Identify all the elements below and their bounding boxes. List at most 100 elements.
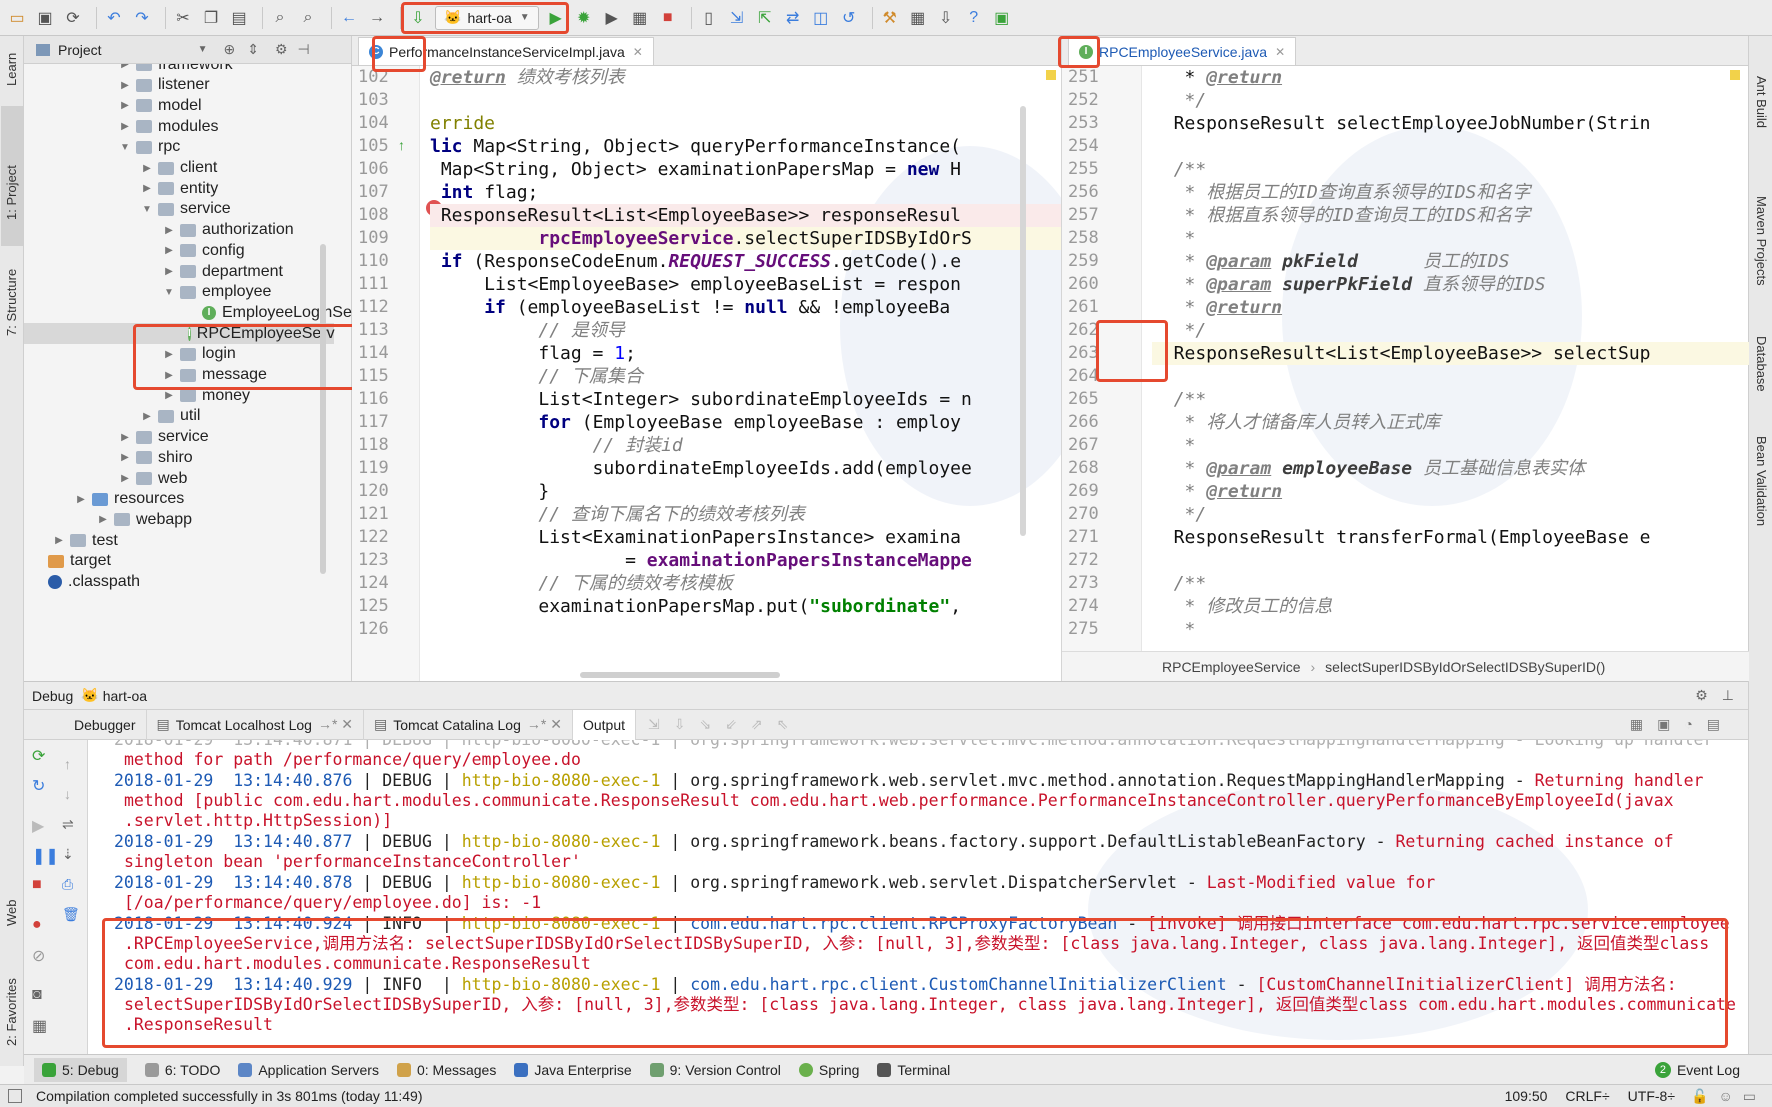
tree-item[interactable]: target: [30, 551, 111, 572]
maven-tool-tab[interactable]: Maven Projects: [1754, 196, 1769, 286]
tab-rpc-employee-service[interactable]: I RPCEmployeeService.java ✕: [1068, 37, 1297, 65]
breadcrumb-class[interactable]: RPCEmployeeService: [1162, 659, 1301, 675]
paste-icon[interactable]: ▤: [228, 7, 250, 29]
tree-item[interactable]: ▶ test: [52, 530, 118, 551]
resume-icon[interactable]: ▶: [32, 816, 44, 836]
refresh-icon[interactable]: ↻: [32, 776, 45, 796]
scroll-up-icon[interactable]: ↑: [64, 756, 71, 772]
help-icon[interactable]: ?: [963, 7, 985, 29]
collapsed-arrow-icon[interactable]: ▶: [162, 390, 176, 401]
close-icon[interactable]: ✕: [1275, 45, 1285, 59]
cut-icon[interactable]: ✂: [172, 7, 194, 29]
redo-icon[interactable]: ↷: [131, 7, 153, 29]
tree-item[interactable]: ▼ employee: [162, 282, 271, 303]
tree-item[interactable]: ▶ client: [140, 158, 217, 179]
memory-icon[interactable]: ▭: [1743, 1088, 1756, 1105]
editor-right-code[interactable]: * @return */ ResponseResult selectEmploy…: [1142, 66, 1749, 651]
profile-icon[interactable]: ▦: [629, 7, 651, 29]
rerun-icon[interactable]: ⟳: [32, 746, 45, 766]
layout-icon[interactable]: ▦: [32, 1016, 47, 1036]
coverage-icon[interactable]: ▶: [601, 7, 623, 29]
breadcrumb-method[interactable]: selectSuperIDSByIdOrSelectIDSBySuperID(): [1325, 659, 1605, 675]
collapsed-arrow-icon[interactable]: ▶: [140, 411, 154, 422]
tab-event-log[interactable]: 2 Event Log: [1654, 1061, 1740, 1078]
sdk-icon[interactable]: ▯: [698, 7, 720, 29]
tree-item[interactable]: ▶ service: [118, 427, 209, 448]
hide-panel-icon[interactable]: ⊥: [1722, 687, 1734, 704]
collapsed-arrow-icon[interactable]: ▶: [118, 100, 132, 111]
tree-item[interactable]: ▶ resources: [74, 489, 184, 510]
layout-icons[interactable]: ▦▣◔▤: [1630, 716, 1734, 733]
undo-icon[interactable]: ↶: [103, 7, 125, 29]
scroll-end-icon[interactable]: ⇣: [62, 846, 74, 863]
database-tool-tab[interactable]: Database: [1754, 336, 1769, 392]
tab-spring[interactable]: Spring: [798, 1062, 859, 1078]
line-separator[interactable]: CRLF÷: [1565, 1088, 1609, 1104]
structure-tool-tab[interactable]: 7: Structure: [4, 269, 19, 336]
tab-tomcat-catalina-log[interactable]: ▤ Tomcat Catalina Log →* ✕: [364, 709, 573, 740]
copy-icon[interactable]: ❐: [200, 7, 222, 29]
debug-icon[interactable]: ✹: [573, 7, 595, 29]
collapsed-arrow-icon[interactable]: ▶: [162, 245, 176, 256]
vcs-history-icon[interactable]: ◫: [810, 7, 832, 29]
vertical-scrollbar[interactable]: [1020, 106, 1026, 536]
project-tool-tab[interactable]: 1: Project: [4, 165, 19, 220]
collapsed-arrow-icon[interactable]: ▶: [118, 121, 132, 132]
tree-item[interactable]: ▶ department: [162, 261, 283, 282]
tab-todo[interactable]: 6: TODO: [144, 1062, 220, 1078]
vcs-revert-icon[interactable]: ↺: [838, 7, 860, 29]
debug-config-label[interactable]: hart-oa: [103, 688, 147, 704]
tree-item[interactable]: ▶ model: [118, 95, 201, 116]
horizontal-scrollbar[interactable]: [580, 672, 780, 678]
tab-java-enterprise[interactable]: Java Enterprise: [514, 1062, 632, 1078]
stop-icon[interactable]: ■: [32, 876, 42, 894]
mute-breakpoints-icon[interactable]: ⊘: [32, 946, 45, 966]
learn-tool-tab[interactable]: Learn: [4, 53, 19, 86]
chevron-down-icon[interactable]: ▼: [198, 44, 208, 55]
collapsed-arrow-icon[interactable]: ▶: [118, 452, 132, 463]
sync-icon[interactable]: ⟳: [62, 7, 84, 29]
tree-item[interactable]: ▼ service: [140, 199, 231, 220]
tree-item[interactable]: ▶ web: [118, 468, 187, 489]
caret-position[interactable]: 109:50: [1505, 1088, 1548, 1104]
collapsed-arrow-icon[interactable]: ▶: [162, 225, 176, 236]
tree-item[interactable]: ▶ config: [162, 240, 245, 261]
project-structure-icon[interactable]: ▦: [907, 7, 929, 29]
tab-debug[interactable]: 5: Debug: [34, 1057, 127, 1082]
toggle-tool-windows-icon[interactable]: [8, 1089, 22, 1103]
expanded-arrow-icon[interactable]: ▼: [140, 204, 154, 215]
tree-item[interactable]: ▶ modules: [118, 116, 218, 137]
web-tool-tab[interactable]: Web: [4, 900, 19, 927]
collapsed-arrow-icon[interactable]: ▶: [118, 432, 132, 443]
tab-output[interactable]: Output: [572, 709, 636, 740]
collapsed-arrow-icon[interactable]: ▶: [96, 514, 110, 525]
clear-icon[interactable]: 🗑: [62, 906, 80, 923]
step-actions-icon[interactable]: ⇲⇩⇘⇙⇗⇖: [648, 716, 802, 733]
file-encoding[interactable]: UTF-8÷: [1628, 1088, 1675, 1104]
hide-icon[interactable]: ⊣: [298, 41, 310, 58]
tree-item[interactable]: ▶ util: [140, 406, 200, 427]
bean-validation-tool-tab[interactable]: Bean Validation: [1754, 436, 1769, 526]
save-icon[interactable]: ▣: [34, 7, 56, 29]
expanded-arrow-icon[interactable]: ▼: [118, 142, 132, 153]
tab-terminal[interactable]: Terminal: [877, 1062, 950, 1078]
tree-item[interactable]: ▶ framework: [118, 64, 233, 75]
tab-messages[interactable]: 0: Messages: [396, 1062, 496, 1078]
target-icon[interactable]: ⊕: [223, 41, 235, 58]
breakpoints-icon[interactable]: ●: [32, 916, 42, 934]
gear-icon[interactable]: ⚙: [275, 41, 288, 58]
editor-left-code[interactable]: @return 绩效考核列表 erride lic Map<String, Ob…: [420, 66, 1061, 681]
print-icon[interactable]: ⎙: [62, 876, 73, 893]
tree-scrollbar[interactable]: [320, 244, 326, 574]
collapsed-arrow-icon[interactable]: ▶: [74, 494, 88, 505]
tree-item[interactable]: ▶ webapp: [96, 509, 192, 530]
vcs-compare-icon[interactable]: ⇄: [782, 7, 804, 29]
tree-item[interactable]: .classpath: [30, 572, 140, 593]
ant-build-tool-tab[interactable]: Ant Build: [1754, 76, 1769, 128]
download-icon[interactable]: ⇩: [935, 7, 957, 29]
collapsed-arrow-icon[interactable]: ▶: [140, 163, 154, 174]
tab-application-servers[interactable]: Application Servers: [238, 1062, 379, 1078]
soft-wrap-icon[interactable]: ⇌: [62, 816, 74, 833]
open-folder-icon[interactable]: ▭: [6, 7, 28, 29]
inspector-icon[interactable]: ☺: [1718, 1088, 1732, 1104]
